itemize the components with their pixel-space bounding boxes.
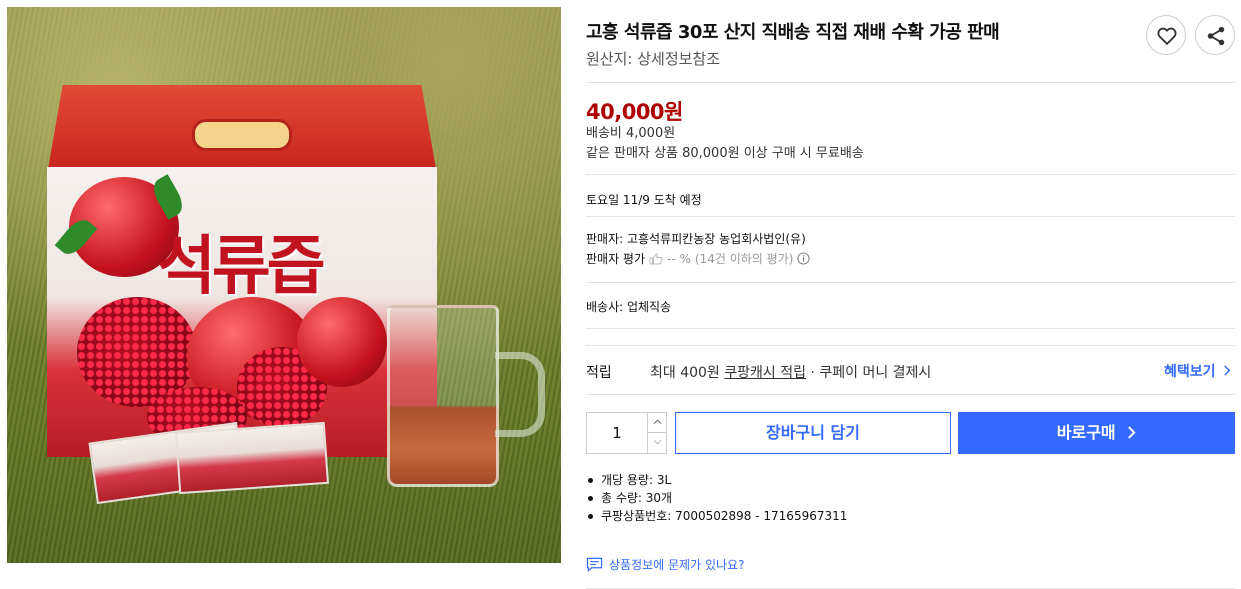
spec-list: 개당 용량: 3L 총 수량: 30개 쿠팡상품번호: 7000502898 -… bbox=[586, 471, 847, 525]
seller-rating-label: 판매자 평가 bbox=[586, 252, 646, 266]
chevron-right-icon bbox=[1128, 426, 1136, 439]
divider bbox=[586, 82, 1235, 83]
quantity-increase-button[interactable] bbox=[647, 413, 667, 433]
points-suffix: · 쿠페이 머니 결제시 bbox=[806, 365, 932, 381]
chevron-right-icon bbox=[1224, 365, 1231, 376]
message-icon bbox=[586, 557, 603, 572]
shipping-fee: 배송비 4,000원 bbox=[586, 126, 676, 141]
gift-box-handle bbox=[192, 119, 292, 151]
chevron-up-icon bbox=[653, 419, 662, 425]
points-prefix: 최대 400원 bbox=[650, 365, 725, 381]
seller-rating: 판매자 평가 -- % (14건 이하의 평가) bbox=[586, 250, 810, 267]
juice-glass bbox=[387, 305, 499, 487]
quantity-input[interactable]: 1 bbox=[587, 413, 647, 453]
wishlist-button[interactable] bbox=[1146, 15, 1186, 55]
points-description: 최대 400원 쿠팡캐시 적립 · 쿠페이 머니 결제시 bbox=[650, 362, 931, 382]
product-image[interactable]: 석류즙 bbox=[7, 7, 561, 563]
divider bbox=[586, 394, 1235, 395]
pomegranate-illustration bbox=[297, 297, 387, 387]
spec-volume: 개당 용량: 3L bbox=[586, 471, 847, 489]
divider bbox=[586, 174, 1235, 175]
benefit-view-link[interactable]: 혜택보기 bbox=[1164, 361, 1231, 381]
juice-glass-handle bbox=[495, 352, 545, 437]
seller-name[interactable]: 판매자: 고흥석류피칸농장 농업회사법인(유) bbox=[586, 230, 806, 247]
juice-pouch bbox=[175, 421, 329, 495]
product-title: 고흥 석류즙 30포 산지 직배송 직접 재배 수확 가공 판매 bbox=[586, 22, 1000, 43]
divider bbox=[586, 328, 1235, 329]
free-shipping-note: 같은 판매자 상품 80,000원 이상 구매 시 무료배송 bbox=[586, 146, 864, 161]
buy-now-button[interactable]: 바로구매 bbox=[958, 412, 1235, 454]
seller-rating-value: -- % bbox=[667, 251, 691, 266]
share-button[interactable] bbox=[1195, 15, 1235, 55]
seller-rating-note: (14건 이하의 평가) bbox=[694, 252, 794, 266]
share-icon bbox=[1207, 26, 1225, 46]
arrival-date: 토요일 11/9 도착 예정 bbox=[586, 193, 702, 207]
thumbs-up-icon bbox=[649, 252, 663, 264]
chevron-down-icon bbox=[653, 439, 662, 445]
origin-text: 원산지: 상세정보참조 bbox=[586, 50, 721, 68]
heart-icon bbox=[1157, 27, 1177, 46]
points-label: 적립 bbox=[586, 365, 612, 381]
info-icon[interactable] bbox=[797, 252, 810, 265]
divider bbox=[586, 216, 1235, 217]
spec-count: 총 수량: 30개 bbox=[586, 489, 847, 507]
buy-now-label: 바로구매 bbox=[1056, 423, 1116, 442]
divider bbox=[586, 282, 1235, 283]
coupang-cash-link[interactable]: 쿠팡캐시 적립 bbox=[724, 365, 806, 381]
report-problem-label: 상품정보에 문제가 있나요? bbox=[609, 558, 745, 572]
spec-product-number: 쿠팡상품번호: 7000502898 - 17165967311 bbox=[586, 507, 847, 525]
quantity-decrease-button[interactable] bbox=[647, 433, 667, 453]
quantity-stepper[interactable]: 1 bbox=[586, 412, 667, 454]
add-to-cart-button[interactable]: 장바구니 담기 bbox=[675, 412, 951, 454]
report-problem-link[interactable]: 상품정보에 문제가 있나요? bbox=[586, 556, 744, 573]
shipping-carrier: 배송사: 업체직송 bbox=[586, 300, 672, 314]
product-info-panel: 고흥 석류즙 30포 산지 직배송 직접 재배 수확 가공 판매 원산지: 상세… bbox=[586, 0, 1235, 589]
divider bbox=[586, 345, 1235, 346]
benefit-view-label: 혜택보기 bbox=[1164, 364, 1216, 380]
box-title-text: 석류즙 bbox=[157, 229, 326, 304]
